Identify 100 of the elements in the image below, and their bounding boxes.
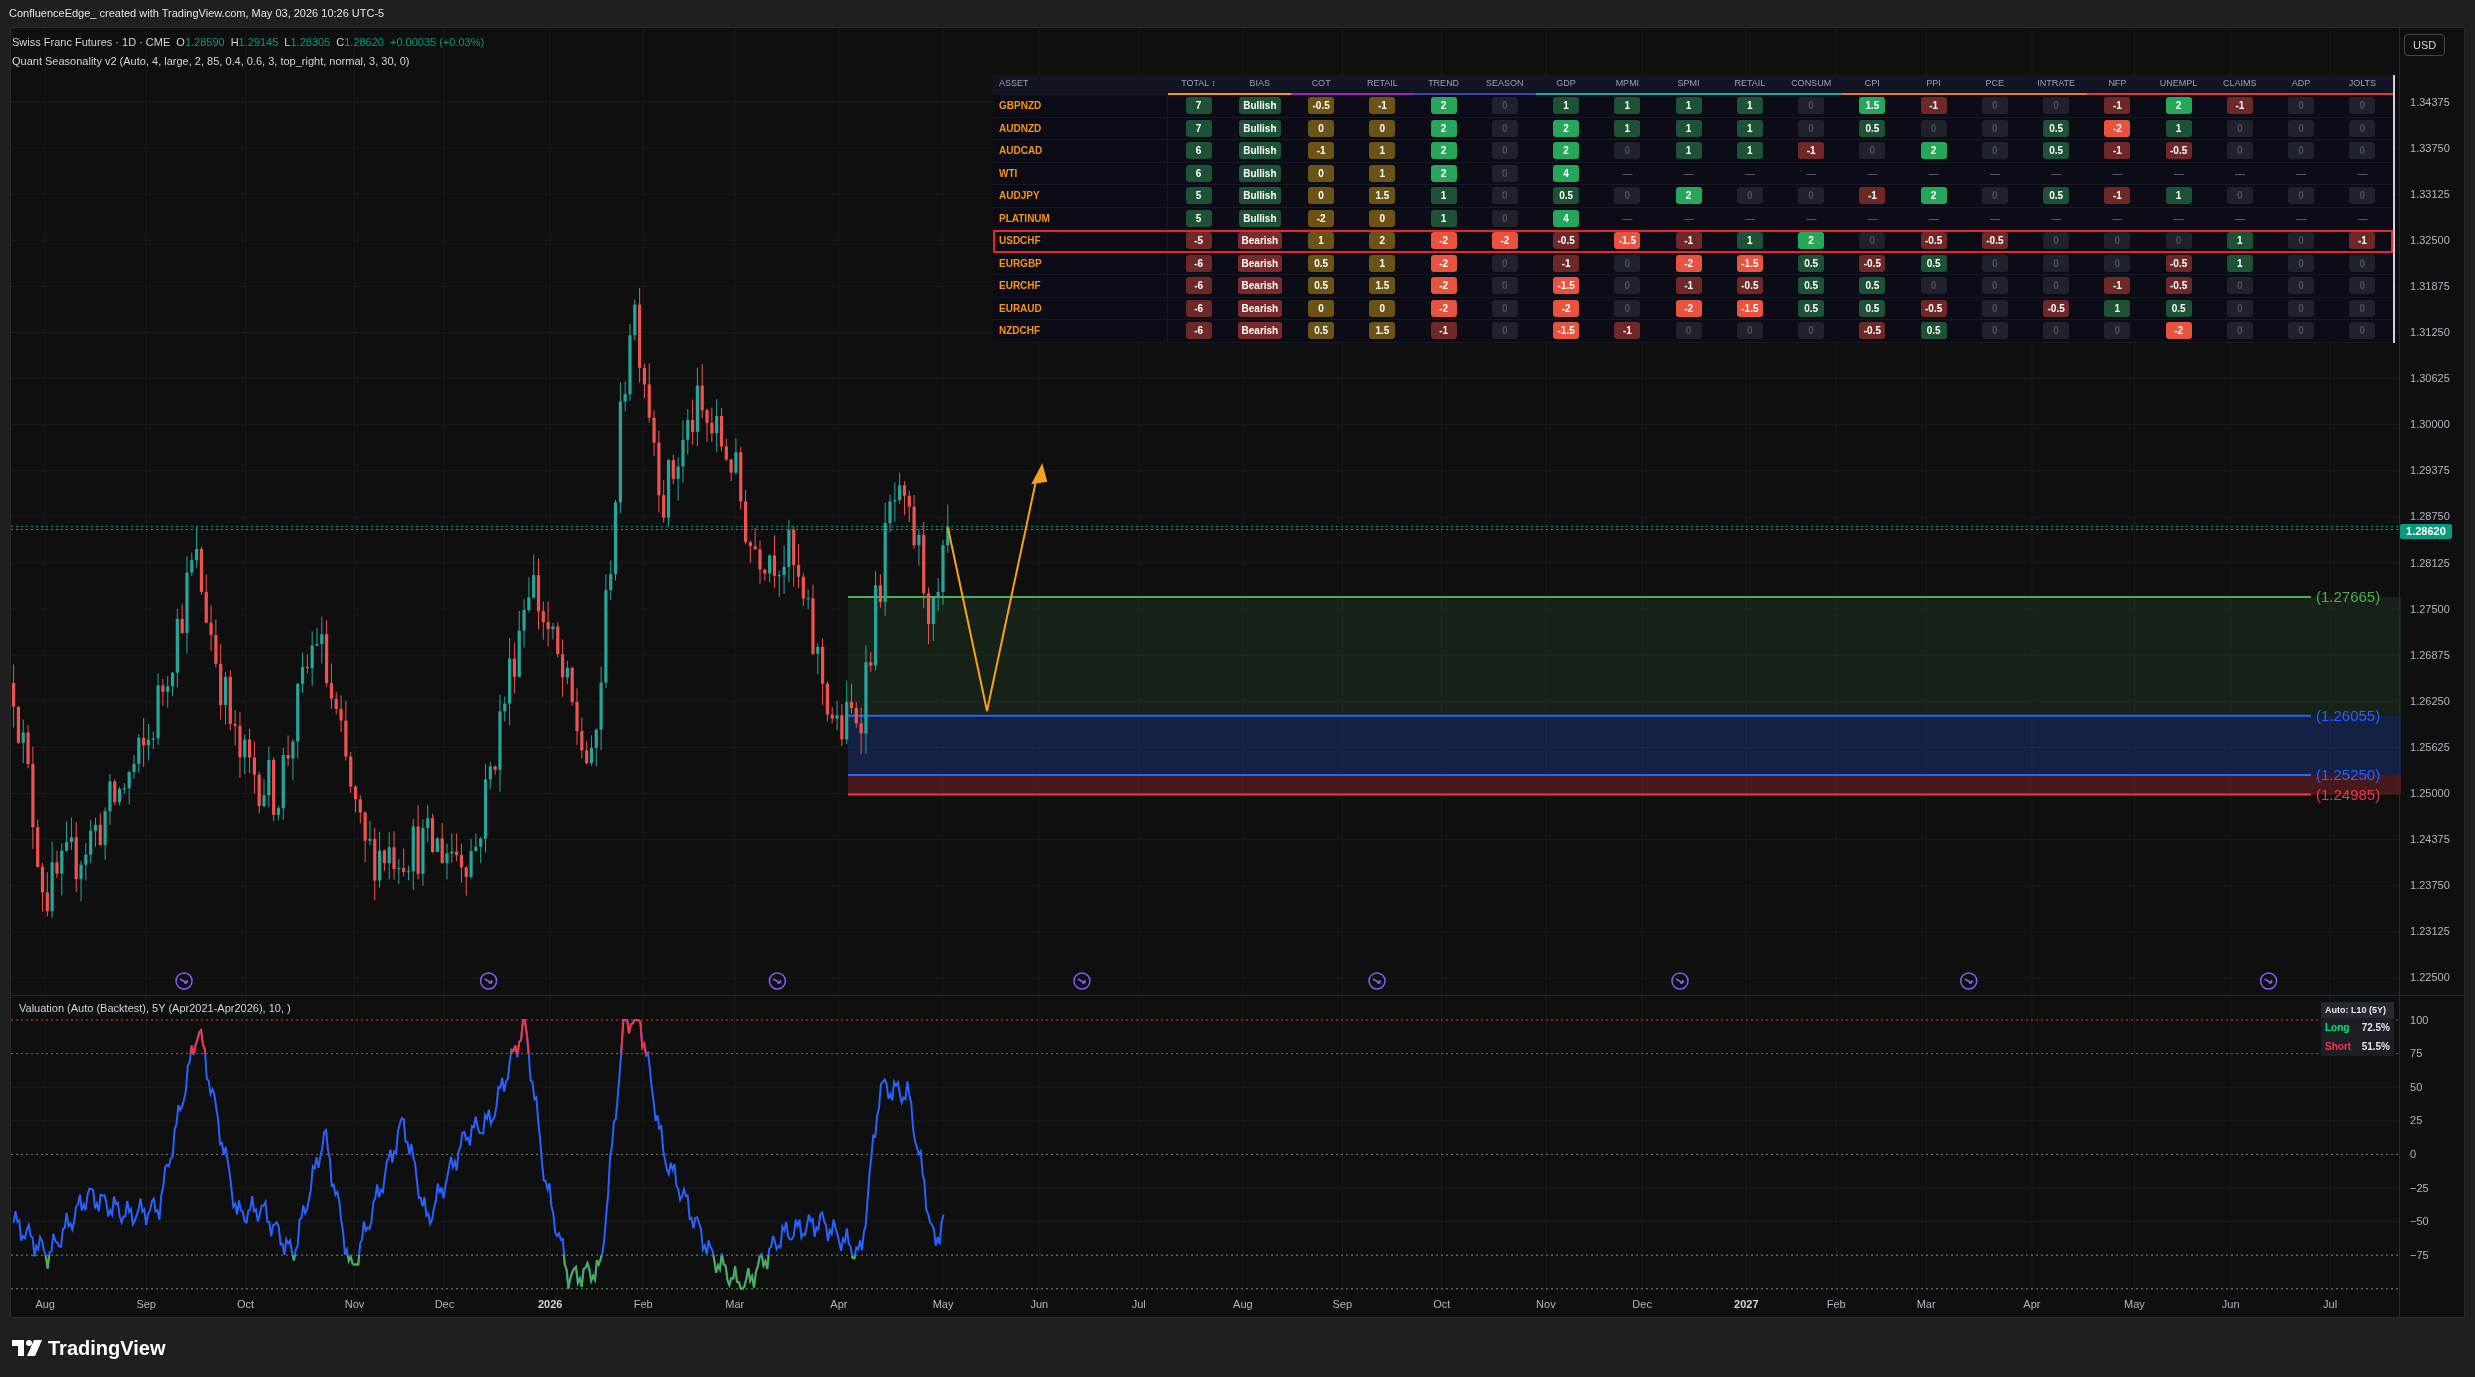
value-tick: −25: [2410, 1181, 2429, 1195]
event-icon[interactable]: [768, 972, 787, 990]
event-icon[interactable]: [1368, 972, 1386, 990]
time-tick: Apr: [2023, 1297, 2041, 1312]
level-label: (1.25250): [2316, 766, 2381, 785]
asset-name: AUDNZD: [999, 121, 1042, 136]
score-badge: 0: [1308, 187, 1335, 205]
score-badge: 2: [1430, 119, 1457, 137]
event-icon[interactable]: [1073, 972, 1091, 990]
score-badge: -0.5: [1736, 277, 1763, 295]
empty-mark: —: [1928, 211, 1939, 226]
score-badge: -1: [2226, 97, 2253, 115]
score-badge: -1: [1553, 254, 1580, 272]
score-badge: 0: [1369, 119, 1396, 137]
price-tick: 1.30625: [2410, 372, 2450, 386]
score-badge: Bearish: [1237, 254, 1283, 272]
empty-mark: —: [1989, 211, 2000, 226]
score-badge: -0.5: [1553, 232, 1580, 250]
score-badge: 1: [2104, 299, 2131, 317]
asset-name: AUDJPY: [999, 189, 1040, 204]
score-badge: -1: [1920, 97, 1947, 115]
score-badge: -1: [2104, 142, 2131, 160]
score-badge: 1: [2226, 254, 2253, 272]
asset-name: GBPNZD: [999, 99, 1042, 114]
column-header: CLAIMS: [2209, 75, 2271, 95]
price-tick: 1.27500: [2410, 602, 2450, 616]
score-badge: -1: [2349, 232, 2376, 250]
score-badge: -1: [2104, 277, 2131, 295]
score-badge: 7: [1185, 119, 1212, 137]
score-badge: 1: [1736, 119, 1763, 137]
event-icon[interactable]: [175, 972, 193, 990]
price-tick: 1.29375: [2410, 464, 2450, 478]
score-badge: -1: [2104, 187, 2131, 205]
time-tick: Mar: [1916, 1297, 1936, 1312]
score-badge: 0.5: [1859, 299, 1886, 317]
score-badge: Bearish: [1237, 299, 1283, 317]
empty-mark: —: [2296, 166, 2307, 181]
score-badge: 1: [1430, 209, 1457, 227]
empty-mark: —: [1806, 211, 1817, 226]
price-tick: 1.23125: [2410, 925, 2450, 939]
event-icon[interactable]: [479, 972, 498, 990]
score-badge: -2: [1553, 299, 1580, 317]
score-badge: -1.5: [1736, 299, 1763, 317]
score-badge: -1: [1369, 97, 1396, 115]
time-tick: Jul: [2323, 1297, 2338, 1312]
price-tick: 1.26250: [2410, 694, 2450, 708]
score-badge: 0.5: [1798, 277, 1825, 295]
value-tick: 25: [2410, 1114, 2423, 1128]
event-icon[interactable]: [1671, 972, 1689, 990]
score-badge: 0: [1369, 299, 1396, 317]
asset-name: EURAUD: [999, 301, 1042, 316]
event-icon[interactable]: [2259, 972, 2278, 990]
score-badge: 0.5: [1308, 322, 1335, 340]
event-icon[interactable]: [1960, 972, 1978, 990]
score-badge: Bearish: [1237, 322, 1283, 340]
value-tick: −75: [2410, 1248, 2429, 1262]
time-tick: 2027: [1734, 1297, 1759, 1312]
score-badge: -6: [1185, 277, 1212, 295]
column-header: BIAS: [1229, 75, 1291, 95]
score-badge: 2: [1430, 164, 1457, 182]
score-badge: 0: [1308, 299, 1335, 317]
column-header: SEASON: [1474, 75, 1536, 95]
time-tick: Oct: [1433, 1297, 1451, 1312]
score-badge: 0.5: [2043, 187, 2070, 205]
stats-value: 51.5%: [2361, 1040, 2390, 1054]
column-header: JOLTS: [2331, 75, 2393, 95]
currency-button[interactable]: USD: [2404, 34, 2446, 56]
score-badge: 1: [1369, 164, 1396, 182]
time-tick: Jun: [2221, 1297, 2240, 1312]
price-tick: 1.34375: [2410, 95, 2450, 109]
score-badge: -1: [1675, 277, 1702, 295]
ohlc-value: 1.28305: [290, 35, 331, 50]
level-label: (1.24985): [2316, 785, 2381, 804]
price-tick: 1.26875: [2410, 648, 2450, 662]
score-badge: 2: [1675, 187, 1702, 205]
score-badge: -0.5: [1981, 232, 2008, 250]
asset-name: AUDCAD: [999, 144, 1043, 159]
price-tick: 1.24375: [2410, 833, 2450, 847]
score-badge: 1.5: [1859, 97, 1886, 115]
score-badge: -6: [1185, 322, 1212, 340]
score-badge: 2: [2165, 97, 2192, 115]
empty-mark: —: [1683, 211, 1694, 226]
column-header: SPMI: [1658, 75, 1720, 95]
score-badge: -0.5: [2165, 142, 2192, 160]
empty-mark: —: [2234, 211, 2245, 226]
level-label: (1.26055): [2316, 706, 2381, 725]
score-badge: -0.5: [1920, 232, 1947, 250]
score-badge: 0.5: [1798, 299, 1825, 317]
column-header: CPI: [1841, 75, 1903, 95]
score-badge: -0.5: [1308, 97, 1335, 115]
score-badge: -5: [1185, 232, 1212, 250]
ohlc-label: O: [176, 35, 185, 50]
asset-name: USDCHF: [999, 234, 1041, 249]
time-tick: Nov: [1536, 1297, 1556, 1312]
empty-mark: —: [1989, 166, 2000, 181]
asset-name: EURGBP: [999, 256, 1042, 271]
score-badge: 1: [2165, 119, 2192, 137]
time-tick: Apr: [830, 1297, 848, 1312]
score-badge: 1: [1675, 142, 1702, 160]
score-badge: 1: [1369, 142, 1396, 160]
